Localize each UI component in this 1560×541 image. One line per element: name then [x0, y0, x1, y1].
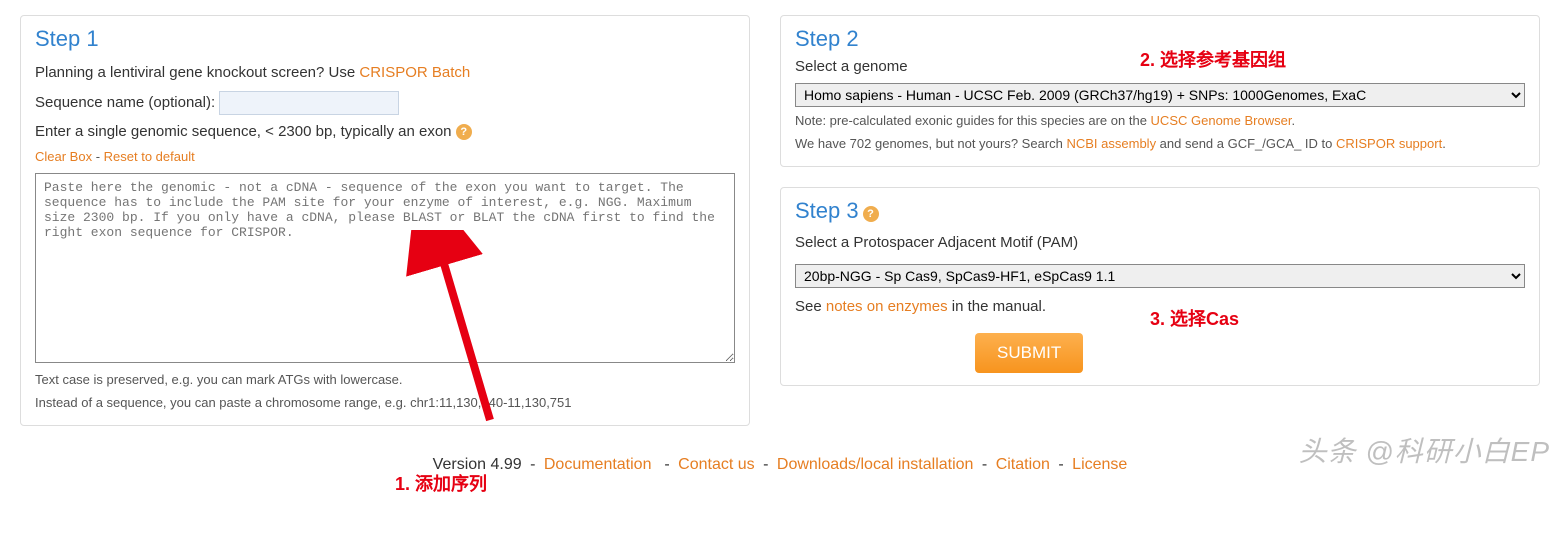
step2-title: Step 2	[795, 26, 859, 52]
sequence-textarea[interactable]	[35, 173, 735, 363]
wehave-mid: and send a GCF_/GCA_ ID to	[1156, 136, 1336, 151]
chrom-range-note: Instead of a sequence, you can paste a c…	[35, 393, 735, 413]
crispor-support-link[interactable]: CRISPOR support	[1336, 136, 1442, 151]
step3-panel: Step 3 ? Select a Protospacer Adjacent M…	[780, 187, 1540, 386]
separator: -	[763, 456, 768, 473]
clear-box-link[interactable]: Clear Box	[35, 149, 92, 164]
see-prefix: See	[795, 298, 826, 315]
step2-panel: Step 2 Select a genome Homo sapiens - Hu…	[780, 15, 1540, 167]
separator: -	[530, 456, 535, 473]
step1-title: Step 1	[35, 26, 99, 52]
wehave-suffix: .	[1442, 136, 1446, 151]
step2-note-row: Note: pre-calculated exonic guides for t…	[795, 111, 1525, 131]
select-genome-label: Select a genome	[795, 56, 1525, 79]
watermark: 头条 @科研小白EP	[1298, 430, 1550, 470]
clear-reset-row: Clear Box - Reset to default	[35, 147, 735, 167]
note-suffix: .	[1291, 113, 1295, 128]
reset-default-link[interactable]: Reset to default	[104, 149, 195, 164]
see-notes-row: See notes on enzymes in the manual.	[795, 296, 1525, 319]
step1-panel: Step 1 Planning a lentiviral gene knocko…	[20, 15, 750, 426]
contact-link[interactable]: Contact us	[678, 456, 754, 473]
documentation-link[interactable]: Documentation	[544, 456, 652, 473]
planning-prefix: Planning a lentiviral gene knockout scre…	[35, 64, 359, 81]
help-icon[interactable]: ?	[863, 206, 879, 222]
dash: -	[92, 149, 104, 164]
citation-link[interactable]: Citation	[996, 456, 1050, 473]
downloads-link[interactable]: Downloads/local installation	[777, 456, 974, 473]
ncbi-assembly-link[interactable]: NCBI assembly	[1066, 136, 1156, 151]
separator: -	[982, 456, 987, 473]
textcase-note: Text case is preserved, e.g. you can mar…	[35, 370, 735, 390]
step2-wehave-row: We have 702 genomes, but not yours? Sear…	[795, 134, 1525, 154]
help-icon[interactable]: ?	[456, 124, 472, 140]
submit-button[interactable]: SUBMIT	[975, 333, 1083, 373]
seqname-row: Sequence name (optional):	[35, 91, 735, 115]
see-suffix: in the manual.	[948, 298, 1046, 315]
annotation-1: 1. 添加序列	[395, 470, 487, 496]
wehave-prefix: We have 702 genomes, but not yours? Sear…	[795, 136, 1066, 151]
seqname-label: Sequence name (optional):	[35, 93, 215, 110]
version-text: Version 4.99	[433, 456, 522, 473]
step3-title: Step 3	[795, 198, 859, 224]
genome-select[interactable]: Homo sapiens - Human - UCSC Feb. 2009 (G…	[795, 83, 1525, 107]
ucsc-browser-link[interactable]: UCSC Genome Browser	[1151, 113, 1292, 128]
pam-select[interactable]: 20bp-NGG - Sp Cas9, SpCas9-HF1, eSpCas9 …	[795, 264, 1525, 288]
note-prefix: Note: pre-calculated exonic guides for t…	[795, 113, 1151, 128]
enter-seq-label: Enter a single genomic sequence, < 2300 …	[35, 123, 452, 140]
license-link[interactable]: License	[1072, 456, 1127, 473]
separator: -	[660, 456, 670, 473]
crispor-batch-link[interactable]: CRISPOR Batch	[359, 64, 470, 81]
select-pam-label: Select a Protospacer Adjacent Motif (PAM…	[795, 232, 1525, 255]
enter-seq-label-row: Enter a single genomic sequence, < 2300 …	[35, 121, 735, 144]
separator: -	[1058, 456, 1063, 473]
step1-planning-line: Planning a lentiviral gene knockout scre…	[35, 62, 735, 85]
sequence-name-input[interactable]	[219, 91, 399, 115]
notes-enzymes-link[interactable]: notes on enzymes	[826, 298, 948, 315]
